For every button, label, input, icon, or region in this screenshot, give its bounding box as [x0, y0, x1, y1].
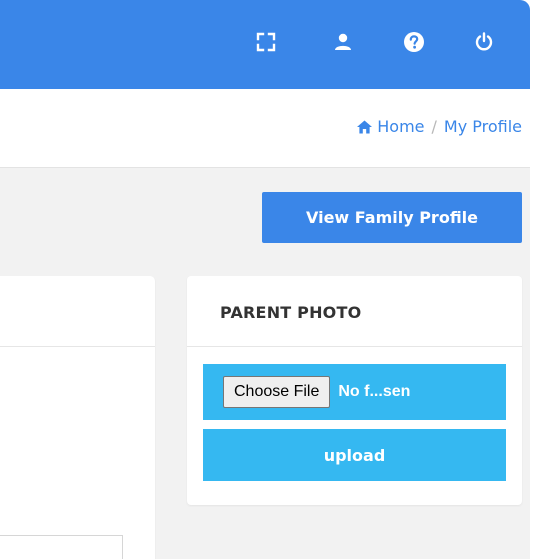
home-icon[interactable]: [357, 120, 373, 134]
breadcrumb: Home / My Profile: [357, 117, 522, 136]
power-icon[interactable]: [471, 31, 497, 53]
breadcrumb-home-link[interactable]: Home: [377, 117, 424, 136]
card-divider: [187, 346, 522, 347]
top-navbar: [0, 0, 530, 89]
file-input[interactable]: Choose File No f...sen: [203, 364, 506, 420]
breadcrumb-current: My Profile: [443, 117, 522, 136]
user-icon[interactable]: [330, 31, 356, 53]
breadcrumb-separator: /: [431, 117, 437, 136]
upload-button[interactable]: upload: [203, 429, 506, 481]
choose-file-button[interactable]: Choose File: [223, 376, 331, 408]
breadcrumb-bar: Home / My Profile: [0, 89, 530, 168]
card-divider: [0, 346, 155, 347]
file-status-text: No f...sen: [338, 383, 411, 400]
app-frame: Home / My Profile View Family Profile PA…: [0, 0, 530, 559]
parent-photo-title: PARENT PHOTO: [220, 303, 362, 322]
parent-photo-card: PARENT PHOTO Choose File No f...sen uplo…: [187, 276, 522, 505]
fullscreen-icon[interactable]: [253, 31, 279, 53]
profile-details-card: [0, 276, 155, 559]
view-family-profile-button[interactable]: View Family Profile: [262, 192, 522, 243]
form-field[interactable]: [0, 535, 123, 559]
help-icon[interactable]: [401, 31, 427, 53]
